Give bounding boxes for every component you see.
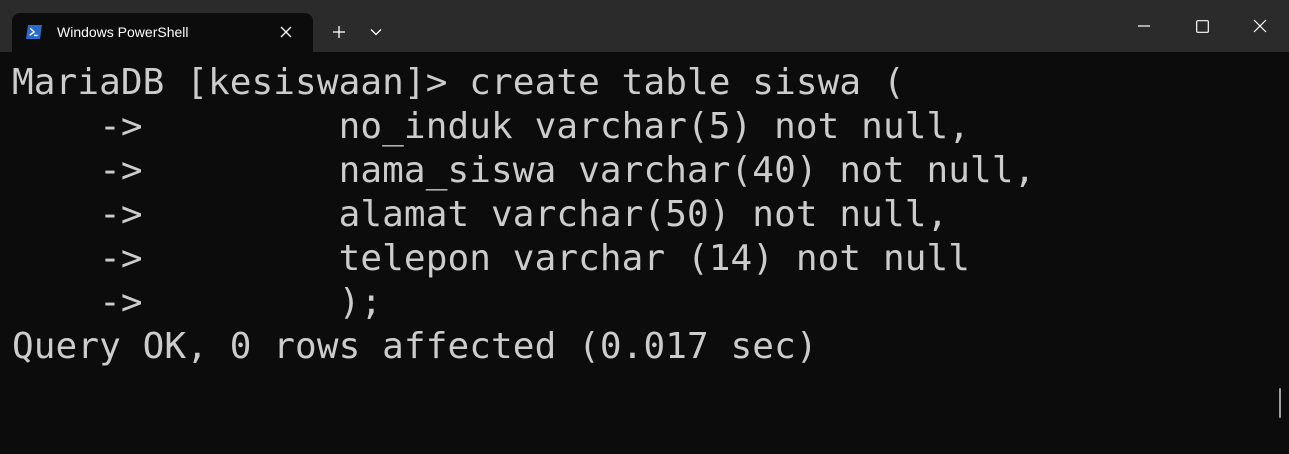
chevron-down-icon [370, 29, 382, 36]
terminal-line-continuation: -> alamat varchar(50) not null, [12, 194, 949, 235]
tab-close-button[interactable] [274, 20, 298, 44]
tab-title: Windows PowerShell [57, 24, 189, 40]
terminal-line-prompt: MariaDB [kesiswaan]> create table siswa … [12, 62, 905, 103]
terminal-line-continuation: -> no_induk varchar(5) not null, [12, 106, 971, 147]
terminal-window: Windows PowerShell MariaDB [kesiswaan]> … [0, 0, 1289, 454]
tab-windows-powershell[interactable]: Windows PowerShell [12, 13, 313, 52]
minimize-button[interactable] [1115, 0, 1173, 52]
terminal-line-result: Query OK, 0 rows affected (0.017 sec) [12, 326, 818, 367]
terminal-line-continuation: -> nama_siswa varchar(40) not null, [12, 150, 1036, 191]
minimize-icon [1138, 25, 1150, 27]
close-icon [1253, 19, 1267, 33]
new-tab-button[interactable] [324, 18, 354, 46]
powershell-icon [25, 23, 43, 41]
terminal-line-continuation: -> telepon varchar (14) not null [12, 238, 971, 279]
title-bar[interactable]: Windows PowerShell [0, 0, 1289, 52]
tab-dropdown-button[interactable] [362, 18, 390, 46]
close-icon [280, 26, 292, 38]
plus-icon [333, 26, 345, 38]
maximize-icon [1195, 19, 1209, 33]
close-window-button[interactable] [1231, 0, 1289, 52]
maximize-button[interactable] [1173, 0, 1231, 52]
terminal-line-continuation: -> ); [12, 282, 383, 323]
terminal-output[interactable]: MariaDB [kesiswaan]> create table siswa … [12, 61, 1277, 451]
scrollbar-thumb[interactable] [1279, 388, 1281, 418]
